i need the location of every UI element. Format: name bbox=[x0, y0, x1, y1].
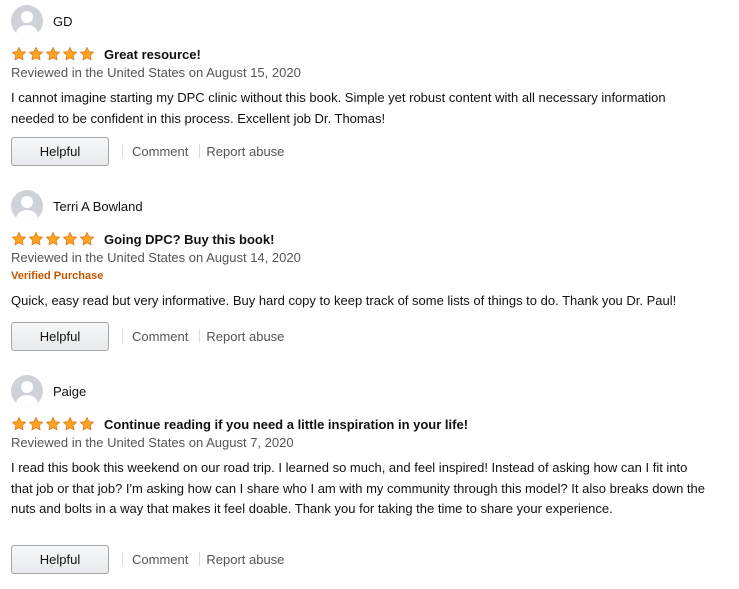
review-title-row: Going DPC? Buy this book! bbox=[11, 229, 274, 249]
review-title[interactable]: Going DPC? Buy this book! bbox=[104, 232, 274, 247]
divider bbox=[122, 552, 123, 566]
helpful-button[interactable]: Helpful bbox=[11, 544, 109, 574]
report-abuse-link[interactable]: Report abuse bbox=[206, 552, 284, 567]
star-icon bbox=[62, 46, 78, 62]
avatar-icon bbox=[11, 375, 43, 407]
review-date: Reviewed in the United States on August … bbox=[11, 65, 301, 80]
review-title-row: Great resource! bbox=[11, 44, 201, 64]
avatar-icon bbox=[11, 190, 43, 222]
reviewer-profile[interactable]: Terri A Bowland bbox=[11, 190, 143, 222]
star-icon bbox=[11, 231, 27, 247]
reviewer-name[interactable]: Terri A Bowland bbox=[53, 199, 143, 214]
divider bbox=[199, 144, 201, 158]
helpful-button[interactable]: Helpful bbox=[11, 136, 109, 166]
star-icon bbox=[11, 416, 27, 432]
star-rating[interactable] bbox=[11, 231, 95, 247]
star-icon bbox=[79, 46, 95, 62]
comment-link[interactable]: Comment bbox=[132, 329, 188, 344]
review-title[interactable]: Great resource! bbox=[104, 47, 201, 62]
review-list: GD Great resource! Reviewed in the Unite… bbox=[0, 0, 739, 589]
review-actions: Helpful Comment Report abuse bbox=[11, 136, 284, 166]
star-icon bbox=[28, 46, 44, 62]
star-icon bbox=[11, 46, 27, 62]
star-icon bbox=[28, 231, 44, 247]
review-body: I cannot imagine starting my DPC clinic … bbox=[11, 90, 666, 126]
avatar-icon bbox=[11, 5, 43, 37]
reviewer-name[interactable]: GD bbox=[53, 14, 73, 29]
star-rating[interactable] bbox=[11, 46, 95, 62]
report-abuse-link[interactable]: Report abuse bbox=[206, 144, 284, 159]
divider bbox=[199, 329, 201, 343]
report-abuse-link[interactable]: Report abuse bbox=[206, 329, 284, 344]
star-icon bbox=[45, 416, 61, 432]
reviewer-profile[interactable]: GD bbox=[11, 5, 73, 37]
review-date: Reviewed in the United States on August … bbox=[11, 435, 294, 450]
star-icon bbox=[62, 416, 78, 432]
reviewer-profile[interactable]: Paige bbox=[11, 375, 86, 407]
review-actions: Helpful Comment Report abuse bbox=[11, 544, 284, 574]
reviewer-name[interactable]: Paige bbox=[53, 384, 86, 399]
star-icon bbox=[28, 416, 44, 432]
star-icon bbox=[45, 46, 61, 62]
review-date: Reviewed in the United States on August … bbox=[11, 250, 301, 265]
comment-link[interactable]: Comment bbox=[132, 144, 188, 159]
star-rating[interactable] bbox=[11, 416, 95, 432]
divider bbox=[122, 144, 123, 158]
star-icon bbox=[79, 416, 95, 432]
review-title-row: Continue reading if you need a little in… bbox=[11, 414, 468, 434]
review-actions: Helpful Comment Report abuse bbox=[11, 321, 284, 351]
helpful-button[interactable]: Helpful bbox=[11, 321, 109, 351]
verified-purchase-badge: Verified Purchase bbox=[11, 270, 104, 282]
star-icon bbox=[79, 231, 95, 247]
divider bbox=[122, 329, 123, 343]
comment-link[interactable]: Comment bbox=[132, 552, 188, 567]
star-icon bbox=[45, 231, 61, 247]
divider bbox=[199, 552, 201, 566]
review-body: Quick, easy read but very informative. B… bbox=[11, 293, 677, 308]
review-title[interactable]: Continue reading if you need a little in… bbox=[104, 417, 468, 432]
star-icon bbox=[62, 231, 78, 247]
review-body: I read this book this weekend on our roa… bbox=[11, 460, 705, 516]
